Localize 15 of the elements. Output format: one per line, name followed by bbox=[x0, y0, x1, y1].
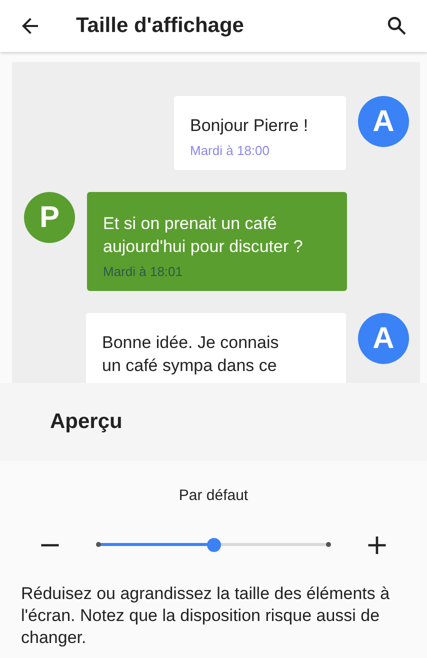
screen-title: Taille d'affichage bbox=[76, 14, 244, 38]
message-text: Et si on prenait un café aujourd'hui pour discuter ? bbox=[103, 213, 304, 258]
size-label: Par défaut bbox=[178, 487, 248, 504]
description-text: Réduisez ou agrandissez la taille des éléments à l'écran. Notez que la disposition risque aussi de changer. bbox=[20, 583, 391, 649]
slider-thumb[interactable] bbox=[206, 538, 220, 552]
message-text: Bonne idée. Je connais un café sympa dans ce bbox=[102, 332, 280, 377]
message-time: Mardi à 18:01 bbox=[103, 264, 184, 279]
increase-button[interactable]: + bbox=[355, 528, 399, 561]
decrease-button[interactable]: − bbox=[28, 528, 72, 561]
avatar: A bbox=[358, 313, 409, 364]
message-text: Bonjour Pierre ! bbox=[190, 115, 310, 137]
preview-label: Aperçu bbox=[50, 410, 122, 434]
avatar: A bbox=[358, 96, 409, 147]
avatar: P bbox=[24, 192, 75, 243]
message-time: Mardi à 18:00 bbox=[190, 143, 270, 158]
